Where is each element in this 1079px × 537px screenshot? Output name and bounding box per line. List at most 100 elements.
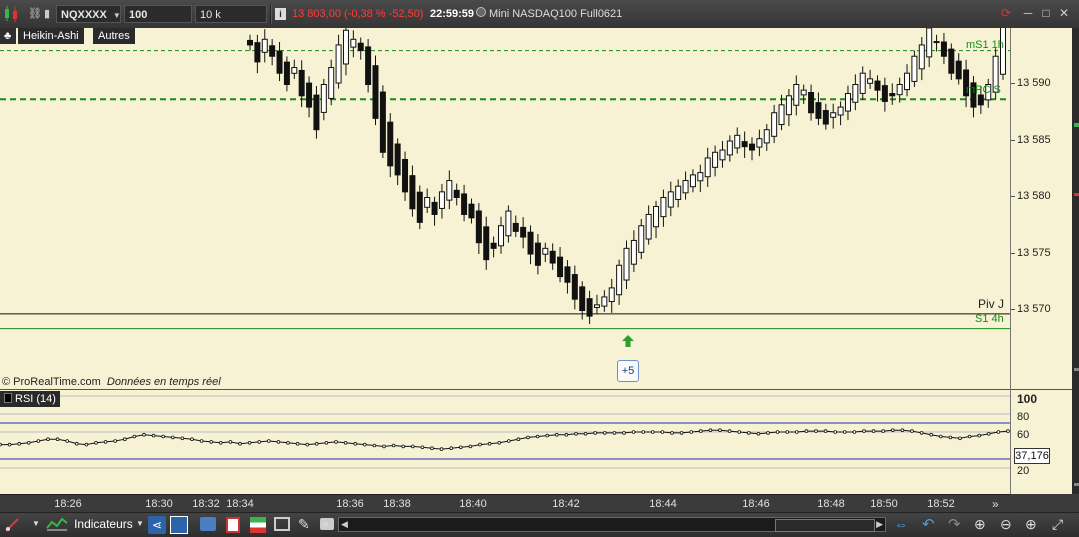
layout-icon[interactable]	[170, 516, 188, 534]
price-axis[interactable]: 13 590 13 585 13 580 13 575 13 570 100 8…	[1010, 28, 1073, 494]
candle-body	[387, 121, 394, 167]
candle-body	[874, 80, 881, 91]
chevron-down-icon[interactable]: ▼	[32, 519, 40, 528]
chevron-down-icon[interactable]: ▼	[136, 519, 144, 528]
monitor-icon[interactable]	[274, 517, 290, 531]
double-left-icon[interactable]: «	[322, 516, 329, 531]
chart-other-label[interactable]: Autres	[93, 28, 135, 44]
share-icon[interactable]: ⋖	[148, 516, 166, 534]
minimize-icon[interactable]: ─	[1021, 6, 1035, 20]
candle-body	[431, 201, 438, 215]
rsi-label[interactable]: RSI (14)	[0, 391, 60, 407]
rsi-point	[161, 434, 166, 439]
indicators-button[interactable]: Indicateurs	[46, 516, 133, 534]
rsi-point	[75, 441, 79, 446]
rsi-point	[526, 435, 530, 440]
rsi-tick: 80	[1017, 411, 1030, 423]
rsi-point	[881, 429, 885, 433]
candle-body	[498, 225, 504, 247]
candle-body	[453, 189, 460, 199]
info-icon[interactable]: i	[275, 5, 287, 23]
chart-settings-icon[interactable]: ♣	[0, 28, 16, 44]
rsi-point	[171, 435, 175, 440]
candlestick-style-icon[interactable]	[3, 5, 19, 23]
time-tick: 18:26	[54, 498, 82, 510]
rsi-point	[823, 429, 828, 433]
candle-body	[564, 266, 571, 283]
scroll-left-icon[interactable]: ◀	[341, 518, 348, 531]
rsi-label-text: RSI (14)	[15, 393, 56, 405]
drawing-tool-icon[interactable]	[4, 517, 22, 533]
horizontal-scrollbar[interactable]: ◀ ▶	[338, 517, 886, 532]
candle-body	[830, 112, 837, 118]
chart-type-label[interactable]: Heikin-Ashi	[18, 28, 84, 44]
zoom-fit-icon[interactable]: ⊕	[974, 516, 986, 533]
maximize-icon[interactable]: □	[1039, 6, 1053, 20]
candle-body	[438, 191, 445, 209]
rsi-panel[interactable]: RSI (14)	[0, 389, 1010, 495]
undo-icon[interactable]: ↶	[922, 515, 935, 533]
pin-icon[interactable]: ▮	[44, 5, 54, 23]
price-chart[interactable]: ♣ Heikin-Ashi Autres mS1 1h mPC S Piv J …	[0, 28, 1010, 389]
rsi-point	[382, 444, 386, 449]
candle-body	[461, 193, 468, 215]
rsi-point	[737, 430, 741, 434]
rsi-point	[602, 431, 607, 435]
zoom-in-icon[interactable]: ⊕	[1025, 516, 1037, 533]
screenshot-icon[interactable]	[200, 517, 216, 531]
symbol-selector[interactable]: NQXXXX ▼	[56, 5, 121, 23]
up-arrow-icon[interactable]	[621, 334, 635, 348]
time-axis[interactable]: 18:26 18:30 18:32 18:34 18:36 18:38 18:4…	[0, 494, 1010, 513]
rsi-point	[190, 437, 194, 441]
rsi-point	[36, 439, 41, 443]
rsi-point	[219, 440, 223, 445]
candle-body	[940, 41, 947, 57]
ticks-selector[interactable]: 100 ticks▼	[124, 5, 192, 39]
grid-icon[interactable]	[250, 517, 266, 533]
time-tick: 18:48	[817, 498, 845, 510]
candle-body	[261, 38, 268, 53]
time-tick: 18:34	[226, 498, 254, 510]
rsi-point	[324, 440, 329, 445]
close-icon[interactable]: ✕	[1057, 6, 1071, 20]
rsi-point	[958, 436, 962, 441]
rsi-point	[804, 429, 809, 433]
list-icon[interactable]	[226, 517, 240, 533]
rsi-point	[334, 440, 338, 444]
candle-body	[557, 256, 564, 278]
redo-icon[interactable]: ↷	[948, 515, 961, 533]
units-selector[interactable]: 10 k unités▼	[195, 5, 267, 39]
candle-body	[283, 61, 290, 85]
scroll-thumb[interactable]	[775, 519, 875, 532]
candle-body	[527, 231, 534, 255]
expand-icon[interactable]: ⤢	[1052, 516, 1063, 533]
rsi-point	[593, 431, 597, 435]
rsi-current-value: 37,176	[1014, 448, 1050, 464]
indicators-icon	[46, 517, 68, 531]
rsi-point	[46, 437, 50, 441]
candle-body	[859, 72, 866, 94]
rsi-point	[785, 430, 789, 434]
candle-body	[357, 42, 364, 52]
pencil-icon[interactable]: ✎	[298, 516, 310, 533]
rsi-point	[689, 430, 693, 434]
candle-body	[933, 41, 940, 44]
candle-body	[660, 197, 667, 218]
rsi-point	[679, 431, 684, 435]
zoom-out-icon[interactable]: ⊖	[1000, 516, 1012, 533]
rsi-point	[94, 440, 98, 445]
time-tick: 18:44	[649, 498, 677, 510]
plus-badge[interactable]: +5	[617, 360, 639, 382]
scroll-right-icon[interactable]: ▶	[876, 518, 883, 531]
refresh-icon[interactable]: ⟳	[999, 6, 1013, 20]
candle-body	[409, 175, 416, 210]
scroll-right-icon[interactable]: »	[992, 497, 999, 511]
chain-link-icon[interactable]: ⛓	[28, 5, 42, 23]
scroll-strip[interactable]	[1072, 28, 1079, 494]
rsi-point	[871, 429, 876, 433]
zoom-reset-icon[interactable]: ⇔	[894, 516, 912, 534]
price-tick: 13 575	[1017, 247, 1051, 259]
rsi-point	[564, 432, 569, 437]
candle-body	[889, 93, 896, 97]
watermark-note: Données en temps réel	[106, 376, 221, 388]
